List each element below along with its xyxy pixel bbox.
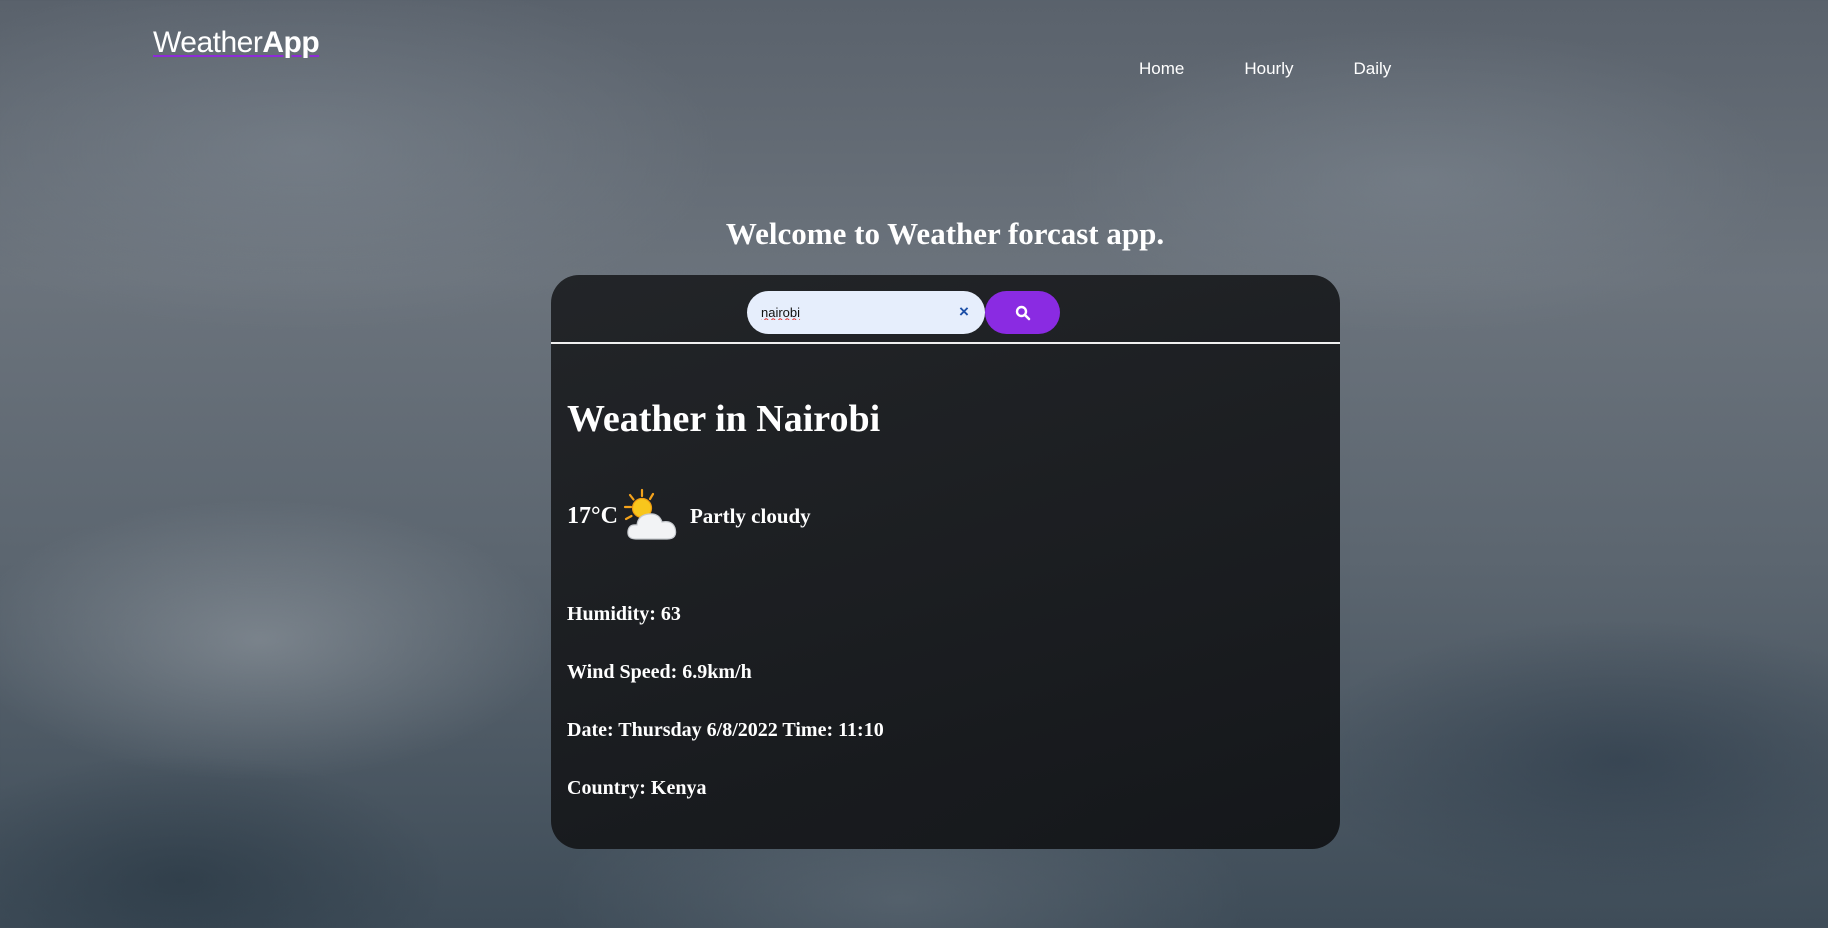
divider [551, 342, 1340, 344]
search-field[interactable]: × [747, 291, 985, 334]
search-input[interactable] [761, 301, 951, 323]
search-icon [1015, 305, 1030, 320]
country: Country: Kenya [567, 777, 707, 799]
welcome-heading: Welcome to Weather forcast app. [725, 216, 1165, 251]
city-title: Weather in Nairobi [567, 398, 881, 440]
humidity: Humidity: 63 [567, 603, 681, 625]
logo-text-app: App [262, 26, 320, 59]
temperature: 17°C [567, 502, 618, 529]
logo-text-weather: Weather [153, 26, 263, 59]
current-conditions: 17°C Partly cloudy [567, 487, 811, 545]
nav-daily[interactable]: Daily [1353, 59, 1391, 79]
partly-cloudy-icon [623, 488, 677, 540]
wind-speed: Wind Speed: 6.9km/h [567, 661, 752, 683]
nav-home[interactable]: Home [1139, 59, 1184, 79]
nav-hourly[interactable]: Hourly [1244, 59, 1293, 79]
weather-description: Partly cloudy [689, 503, 811, 528]
clear-search-button[interactable]: × [957, 301, 971, 323]
search-button[interactable] [985, 291, 1060, 334]
search-bar: × [551, 275, 1340, 342]
date-time: Date: Thursday 6/8/2022 Time: 11:10 [567, 719, 884, 741]
app-logo[interactable]: WeatherApp [153, 26, 320, 60]
weather-card: × Weather in Nairobi 17°C Partly cloudy … [551, 275, 1340, 849]
main-nav: Home Hourly Daily [1139, 59, 1391, 79]
